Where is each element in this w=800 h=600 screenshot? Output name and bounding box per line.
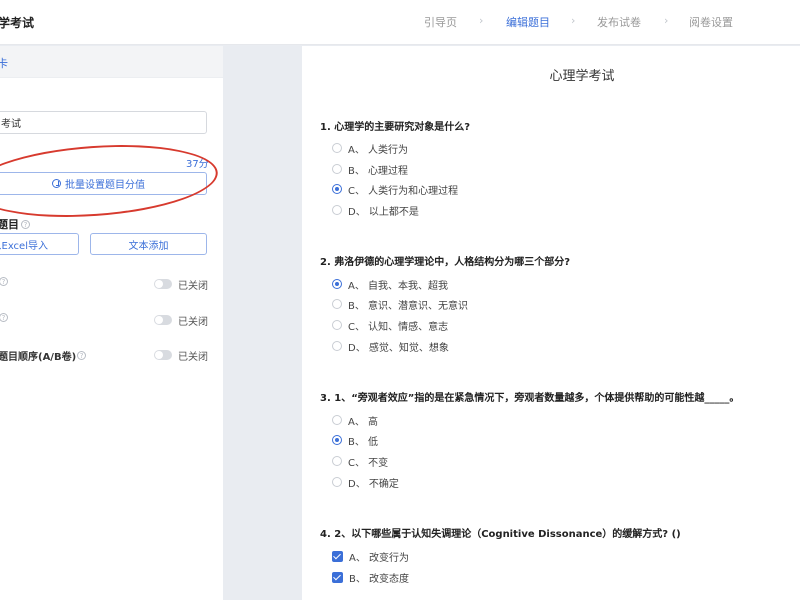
panel-header-label: 卡: [0, 57, 8, 70]
option-item[interactable]: A、 人类行为: [332, 141, 408, 156]
radio-icon[interactable]: [332, 143, 342, 153]
option-item[interactable]: A、 自我、本我、超我: [332, 277, 448, 292]
option-item[interactable]: B、 低: [332, 433, 378, 448]
radio-selected-icon[interactable]: [332, 279, 342, 289]
setting-toggle[interactable]: [154, 315, 172, 325]
add-questions-title: 题目 ?: [0, 216, 30, 232]
radio-icon[interactable]: [332, 320, 342, 330]
paper-title: 心理学考试: [549, 69, 615, 84]
app-title: 学考试: [0, 16, 35, 30]
step-grading-settings[interactable]: 阅卷设置: [689, 14, 733, 30]
chevron-right-icon: ›: [571, 14, 576, 27]
setting-label: 题目顺序(A/B卷)?: [0, 348, 87, 363]
setting-toggle[interactable]: [154, 350, 172, 360]
panel-header: 卡: [0, 46, 223, 78]
radio-selected-icon[interactable]: [332, 184, 342, 194]
radio-icon[interactable]: [332, 477, 342, 487]
option-item[interactable]: D、 不确定: [332, 475, 399, 490]
excel-import-button[interactable]: 从Excel导入: [0, 233, 79, 255]
exam-paper: 心理学考试 1. 心理学的主要研究对象是什么? A、 人类行为 B、 心理过程 …: [302, 46, 800, 600]
radio-icon[interactable]: [332, 299, 342, 309]
setting-row: ? 已关闭: [0, 276, 210, 292]
radio-icon[interactable]: [332, 164, 342, 174]
toggle-state: 已关闭: [178, 352, 208, 363]
setting-label: ?: [0, 277, 8, 286]
radio-icon[interactable]: [332, 205, 342, 215]
toggle-state: 已关闭: [178, 281, 208, 292]
radio-icon[interactable]: [332, 341, 342, 351]
option-item[interactable]: C、 不变: [332, 454, 388, 469]
option-item[interactable]: D、 感觉、知觉、想象: [332, 339, 449, 354]
setting-toggle[interactable]: [154, 279, 172, 289]
help-icon[interactable]: ?: [77, 351, 87, 360]
step-publish[interactable]: 发布试卷: [597, 14, 641, 30]
chevron-right-icon: ›: [664, 14, 669, 27]
option-item[interactable]: D、 以上都不是: [332, 203, 419, 218]
option-item[interactable]: B、 改变态度: [332, 570, 409, 585]
setting-row: ? 已关闭: [0, 312, 210, 328]
question-title: 4. 2、以下哪些属于认知失调理论（Cognitive Dissonance）的…: [320, 529, 681, 540]
question-title: 1. 心理学的主要研究对象是什么?: [320, 122, 471, 133]
checkbox-checked-icon[interactable]: [332, 571, 343, 583]
option-item[interactable]: C、 认知、情感、意志: [332, 318, 448, 333]
radio-selected-icon[interactable]: [332, 435, 342, 445]
chevron-right-icon: ›: [479, 14, 484, 27]
option-item[interactable]: A、 高: [332, 413, 378, 428]
help-icon[interactable]: ?: [0, 313, 8, 322]
help-icon[interactable]: ?: [0, 277, 8, 286]
option-item[interactable]: B、 心理过程: [332, 162, 408, 177]
step-edit-questions[interactable]: 编辑题目: [506, 14, 550, 30]
radio-icon[interactable]: [332, 456, 342, 466]
setting-label: ?: [0, 313, 8, 322]
checkbox-checked-icon[interactable]: [332, 550, 343, 562]
setting-row-ab-order: 题目顺序(A/B卷)? 已关闭: [0, 347, 210, 363]
option-item[interactable]: B、 意识、潜意识、无意识: [332, 297, 468, 312]
question-title: 2. 弗洛伊德的心理学理论中，人格结构分为哪三个部分?: [320, 257, 571, 268]
radio-icon[interactable]: [332, 415, 342, 425]
toggle-state: 已关闭: [178, 317, 208, 328]
step-guide[interactable]: 引导页: [424, 14, 457, 30]
help-icon[interactable]: ?: [21, 219, 30, 229]
question-title: 3. 1、“旁观者效应”指的是在紧急情况下，旁观者数量越多，个体提供帮助的可能性…: [320, 393, 740, 404]
annotation-ellipse: [0, 137, 221, 225]
top-header: 学考试 引导页 › 编辑题目 › 发布试卷 › 阅卷设置: [0, 0, 800, 45]
settings-panel: 卡 37分 批量设置题目分值 题目 ? 从Excel导入 文本添加 ? 已关闭 …: [0, 46, 223, 600]
text-add-button[interactable]: 文本添加: [90, 233, 207, 255]
option-item[interactable]: C、 人类行为和心理过程: [332, 182, 458, 197]
option-item[interactable]: A、 改变行为: [332, 549, 409, 564]
exam-name-input[interactable]: [0, 111, 207, 134]
